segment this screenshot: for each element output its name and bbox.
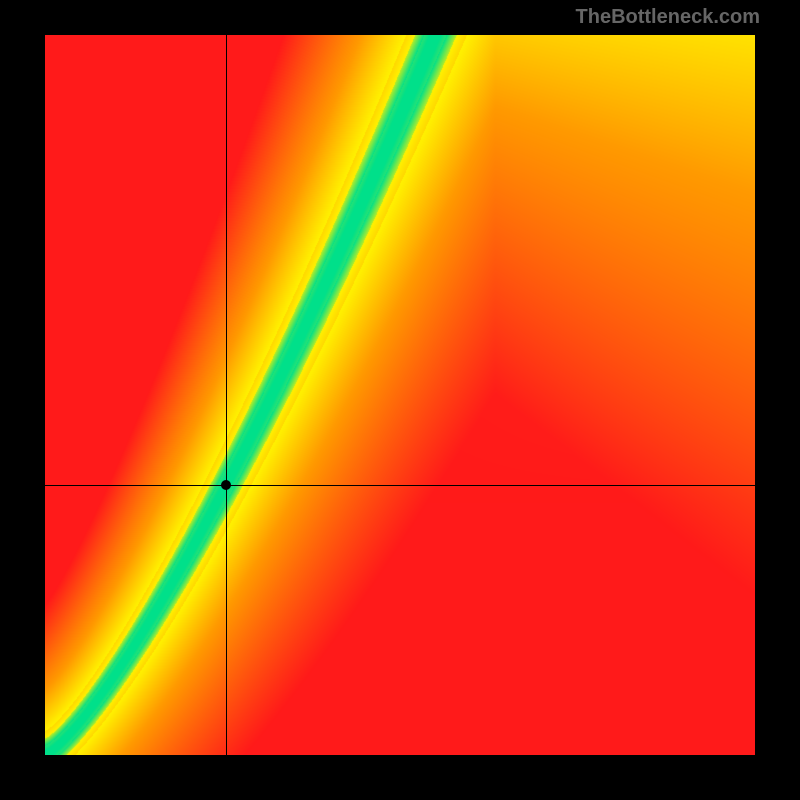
crosshair-vertical [226,35,227,755]
crosshair-horizontal [45,485,755,486]
marker-dot [221,480,231,490]
chart-container: TheBottleneck.com [0,0,800,800]
heatmap-canvas [45,35,755,755]
plot-area [45,35,755,755]
attribution-text: TheBottleneck.com [576,6,760,29]
